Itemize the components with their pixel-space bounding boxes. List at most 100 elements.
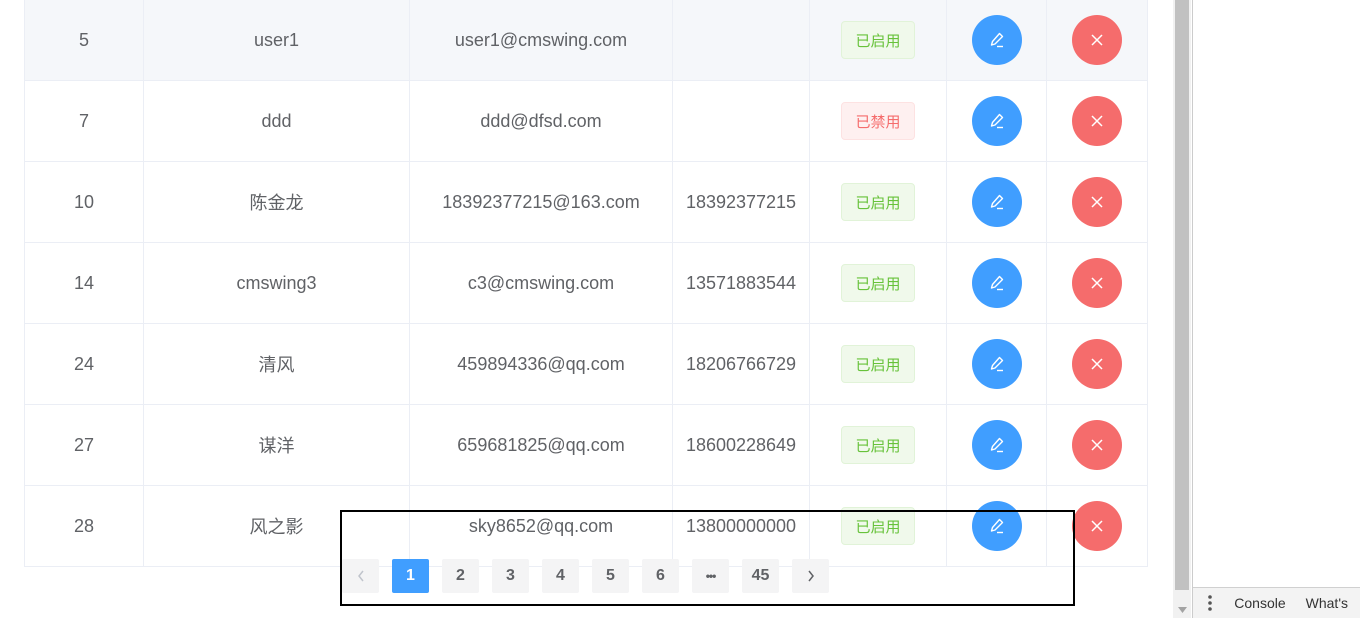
cell-delete (1047, 405, 1147, 485)
cell-edit (947, 81, 1047, 161)
edit-button[interactable] (971, 177, 1022, 227)
status-badge: 已启用 (841, 507, 915, 545)
pagination: 123456 ••• 45 (342, 559, 842, 593)
cell-username: 陈金龙 (144, 162, 410, 242)
table-row: 27 谋洋 659681825@qq.com 18600228649 已启用 (25, 405, 1147, 486)
cell-id: 10 (25, 162, 144, 242)
edit-icon (990, 356, 1003, 372)
status-badge: 已启用 (841, 264, 915, 302)
table-row: 24 清风 459894336@qq.com 18206766729 已启用 (25, 324, 1147, 405)
table-row: 14 cmswing3 c3@cmswing.com 13571883544 已启用 (25, 243, 1147, 324)
scrollbar-thumb[interactable] (1175, 0, 1189, 590)
cell-phone (673, 81, 810, 161)
close-icon (1091, 277, 1103, 289)
cell-edit (947, 405, 1047, 485)
close-icon (1091, 115, 1103, 127)
cell-status: 已启用 (810, 243, 947, 323)
page-last[interactable]: 45 (742, 559, 779, 593)
cell-email: c3@cmswing.com (410, 243, 673, 323)
prev-page-button[interactable] (342, 559, 379, 593)
status-badge: 已启用 (841, 345, 915, 383)
delete-button[interactable] (1072, 258, 1122, 308)
cell-edit (947, 324, 1047, 404)
devtools-drawer-tabs: Console What's (1193, 587, 1360, 618)
page-button-5[interactable]: 5 (592, 559, 629, 593)
chevron-right-icon (807, 570, 814, 582)
cell-status: 已启用 (810, 486, 947, 566)
tab-whats-new[interactable]: What's (1298, 595, 1360, 611)
cell-phone: 18600228649 (673, 405, 810, 485)
cell-id: 5 (25, 0, 144, 80)
cell-email: 459894336@qq.com (410, 324, 673, 404)
edit-button[interactable] (971, 258, 1022, 308)
scroll-down-arrow[interactable] (1173, 602, 1191, 618)
page-button-6[interactable]: 6 (642, 559, 679, 593)
table-body: 5 user1 user1@cmswing.com 已启用 7 ddd ddd@dfsd.c… (25, 0, 1147, 567)
cell-phone (673, 0, 810, 80)
edit-button[interactable] (971, 96, 1022, 146)
page-list: 123456 (392, 559, 692, 593)
cell-phone: 18206766729 (673, 324, 810, 404)
edit-button[interactable] (971, 501, 1022, 551)
close-icon (1091, 34, 1103, 46)
triangle-down-icon (1177, 607, 1187, 613)
user-table: 5 user1 user1@cmswing.com 已启用 7 ddd ddd@dfsd.c… (24, 0, 1148, 567)
delete-button[interactable] (1072, 96, 1122, 146)
cell-id: 28 (25, 486, 144, 566)
edit-icon (990, 194, 1003, 210)
edit-icon (990, 437, 1003, 453)
cell-edit (947, 243, 1047, 323)
cell-phone: 13571883544 (673, 243, 810, 323)
next-page-button[interactable] (792, 559, 829, 593)
edit-button[interactable] (971, 15, 1022, 65)
table-row: 28 风之影 sky8652@qq.com 13800000000 已启用 (25, 486, 1147, 567)
page-button-2[interactable]: 2 (442, 559, 479, 593)
cell-id: 7 (25, 81, 144, 161)
devtools-divider (1192, 0, 1193, 618)
delete-button[interactable] (1072, 339, 1122, 389)
cell-status: 已启用 (810, 405, 947, 485)
cell-email: 18392377215@163.com (410, 162, 673, 242)
cell-email: sky8652@qq.com (410, 486, 673, 566)
kebab-menu-icon[interactable] (1193, 595, 1226, 611)
edit-button[interactable] (971, 339, 1022, 389)
edit-button[interactable] (971, 420, 1022, 470)
cell-delete (1047, 81, 1147, 161)
cell-status: 已启用 (810, 0, 947, 80)
page-button-4[interactable]: 4 (542, 559, 579, 593)
delete-button[interactable] (1072, 420, 1122, 470)
cell-username: cmswing3 (144, 243, 410, 323)
cell-edit (947, 162, 1047, 242)
cell-id: 14 (25, 243, 144, 323)
cell-id: 27 (25, 405, 144, 485)
cell-status: 已启用 (810, 324, 947, 404)
delete-button[interactable] (1072, 177, 1122, 227)
cell-delete (1047, 324, 1147, 404)
cell-username: 风之影 (144, 486, 410, 566)
cell-delete (1047, 243, 1147, 323)
table-row: 5 user1 user1@cmswing.com 已启用 (25, 0, 1147, 81)
cell-username: 谋洋 (144, 405, 410, 485)
cell-phone: 13800000000 (673, 486, 810, 566)
page-button-3[interactable]: 3 (492, 559, 529, 593)
cell-edit (947, 0, 1047, 80)
pager-ellipsis[interactable]: ••• (692, 559, 729, 593)
cell-phone: 18392377215 (673, 162, 810, 242)
cell-username: 清风 (144, 324, 410, 404)
close-icon (1091, 439, 1103, 451)
status-badge: 已启用 (841, 21, 915, 59)
delete-button[interactable] (1072, 15, 1122, 65)
status-badge: 已启用 (841, 426, 915, 464)
status-badge: 已禁用 (841, 102, 915, 140)
table-row: 7 ddd ddd@dfsd.com 已禁用 (25, 81, 1147, 162)
edit-icon (990, 275, 1003, 291)
close-icon (1091, 358, 1103, 370)
close-icon (1091, 520, 1103, 532)
delete-button[interactable] (1072, 501, 1122, 551)
cell-id: 24 (25, 324, 144, 404)
cell-email: 659681825@qq.com (410, 405, 673, 485)
page-button-1[interactable]: 1 (392, 559, 429, 593)
edit-icon (990, 32, 1003, 48)
tab-console[interactable]: Console (1226, 595, 1297, 611)
close-icon (1091, 196, 1103, 208)
